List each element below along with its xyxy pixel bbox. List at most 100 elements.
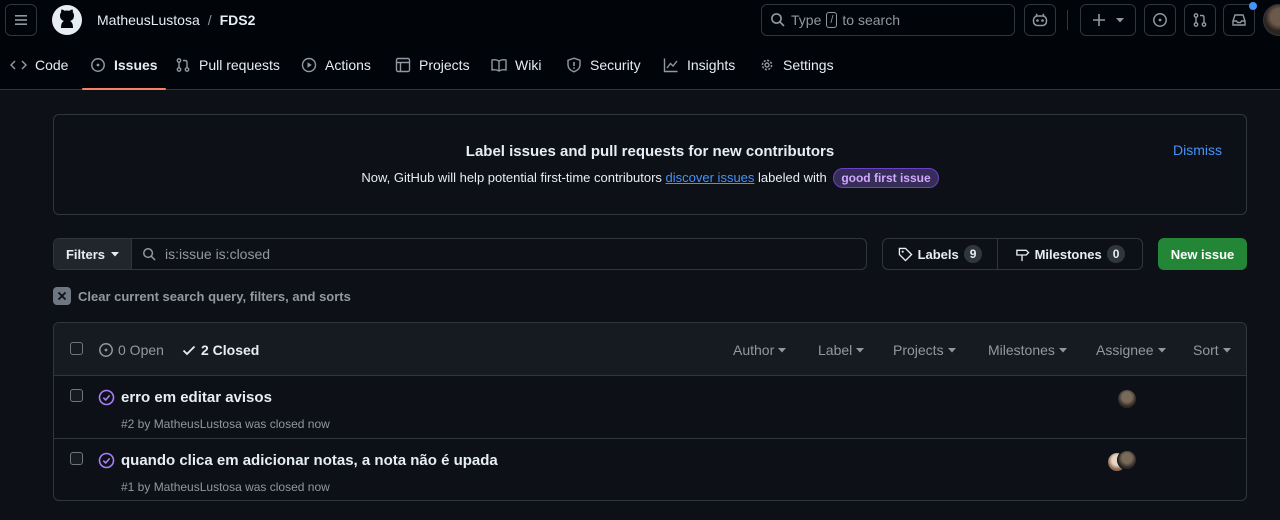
tab-settings[interactable]: Settings [759,40,834,90]
issue-checkbox[interactable] [70,452,83,465]
assignee-avatar[interactable] [1117,389,1137,409]
global-header: MatheusLustosa / FDS2 Type / to search [0,0,1280,40]
search-suffix: to search [842,12,901,28]
tab-issues[interactable]: Issues [82,40,166,90]
check-icon [182,345,196,356]
new-issue-button[interactable]: New issue [1158,238,1247,270]
tab-code[interactable]: Code [10,40,68,90]
banner-title: Label issues and pull requests for new c… [465,143,835,160]
milestones-filter-label: Milestones [988,342,1055,358]
breadcrumb: MatheusLustosa / FDS2 [97,12,255,28]
labels-count: 9 [963,245,983,263]
issue-opened-icon [1153,13,1167,27]
create-new-button[interactable] [1080,4,1136,36]
open-count: 0 Open [118,342,164,358]
search-query: is:issue is:closed [165,246,271,262]
inbox-icon [1232,14,1246,26]
issues-search-input[interactable]: is:issue is:closed [132,239,866,269]
open-issues-toggle[interactable]: 0 Open [98,342,164,358]
issues-button[interactable] [1144,4,1176,36]
labels-label: Labels [917,246,959,262]
sort-filter[interactable]: Sort [1193,342,1231,358]
repo-link[interactable]: FDS2 [220,12,256,28]
tab-projects[interactable]: Projects [395,40,470,90]
issue-closed-icon [98,452,115,469]
closed-count: 2 Closed [201,342,260,358]
discover-issues-link[interactable]: discover issues [666,170,755,185]
x-icon [53,287,71,305]
milestones-button[interactable]: Milestones 0 [998,239,1142,269]
tab-pull-requests[interactable]: Pull requests [175,40,280,90]
pull-requests-button[interactable] [1184,4,1216,36]
play-icon [301,57,317,73]
copilot-button[interactable] [1024,4,1056,36]
assignee-filter[interactable]: Assignee [1096,342,1166,358]
labels-milestones-group: Labels 9 Milestones 0 [882,238,1143,270]
dismiss-button[interactable]: Dismiss [1173,142,1222,158]
inbox-button[interactable] [1223,2,1257,36]
search-prefix: Type [791,12,822,28]
chevron-down-icon [111,251,119,256]
tab-insights[interactable]: Insights [663,40,735,90]
divider [1067,10,1068,30]
chevron-down-icon [1116,17,1124,22]
good-first-issue-label[interactable]: good first issue [833,168,939,188]
tab-label: Projects [419,57,470,73]
tab-label: Insights [687,57,736,73]
chevron-down-icon [778,347,787,352]
tab-label: Issues [114,57,158,73]
tag-icon [898,247,913,262]
issue-checkbox[interactable] [70,389,83,402]
clear-filters-link[interactable]: Clear current search query, filters, and… [53,287,351,305]
issue-title-link[interactable]: erro em editar avisos [121,389,272,406]
clear-filters-label: Clear current search query, filters, and… [78,288,351,304]
chevron-down-icon [1157,347,1166,352]
search-key-hint: / [826,12,838,28]
tab-wiki[interactable]: Wiki [491,40,541,90]
milestones-count: 0 [1106,245,1126,263]
issue-opened-icon [91,58,105,72]
projects-label: Projects [893,342,944,358]
tab-actions[interactable]: Actions [301,40,371,90]
assignee-avatar[interactable] [1117,450,1137,470]
avatar[interactable] [1263,4,1280,36]
menu-button[interactable] [5,4,37,36]
contributors-banner: Label issues and pull requests for new c… [53,114,1247,215]
sort-label: Sort [1193,342,1219,358]
search-icon [771,13,785,27]
issue-meta: #2 by MatheusLustosa was closed now [121,417,330,431]
closed-issues-toggle[interactable]: 2 Closed [181,342,259,358]
milestones-label: Milestones [1034,246,1102,262]
copilot-icon [1032,13,1048,27]
github-logo-icon[interactable] [51,4,83,36]
milestones-filter[interactable]: Milestones [988,342,1067,358]
book-icon [491,58,507,72]
banner-text: Now, GitHub will help potential first-ti… [54,168,1246,188]
filters-button[interactable]: Filters [54,239,132,269]
breadcrumb-separator: / [207,12,212,28]
tab-label: Pull requests [199,57,280,73]
banner-text-after: labeled with [758,170,827,185]
labels-button[interactable]: Labels 9 [883,239,998,269]
owner-link[interactable]: MatheusLustosa [97,12,200,28]
label-label: Label [818,342,853,358]
issue-meta: #1 by MatheusLustosa was closed now [121,480,330,494]
issue-title-link[interactable]: quando clica em adicionar notas, a nota … [121,452,498,469]
hamburger-icon [15,15,27,25]
tab-label: Security [590,57,641,73]
issue-opened-icon [99,343,113,357]
tab-label: Code [35,57,69,73]
issue-row[interactable]: quando clica em adicionar notas, a nota … [54,439,1246,502]
tab-label: Settings [783,57,834,73]
issues-list: 0 Open 2 Closed Author Label Projects Mi… [53,322,1247,501]
chevron-down-icon [856,347,865,352]
gear-icon [761,59,773,71]
tab-security[interactable]: Security [566,40,641,90]
select-all-checkbox[interactable] [70,342,83,355]
issue-row[interactable]: erro em editar avisos #2 by MatheusLusto… [54,376,1246,439]
author-filter[interactable]: Author [733,342,787,358]
chevron-down-icon [1222,347,1231,352]
projects-filter[interactable]: Projects [893,342,956,358]
label-filter[interactable]: Label [818,342,865,358]
search-input[interactable]: Type / to search [761,4,1015,36]
